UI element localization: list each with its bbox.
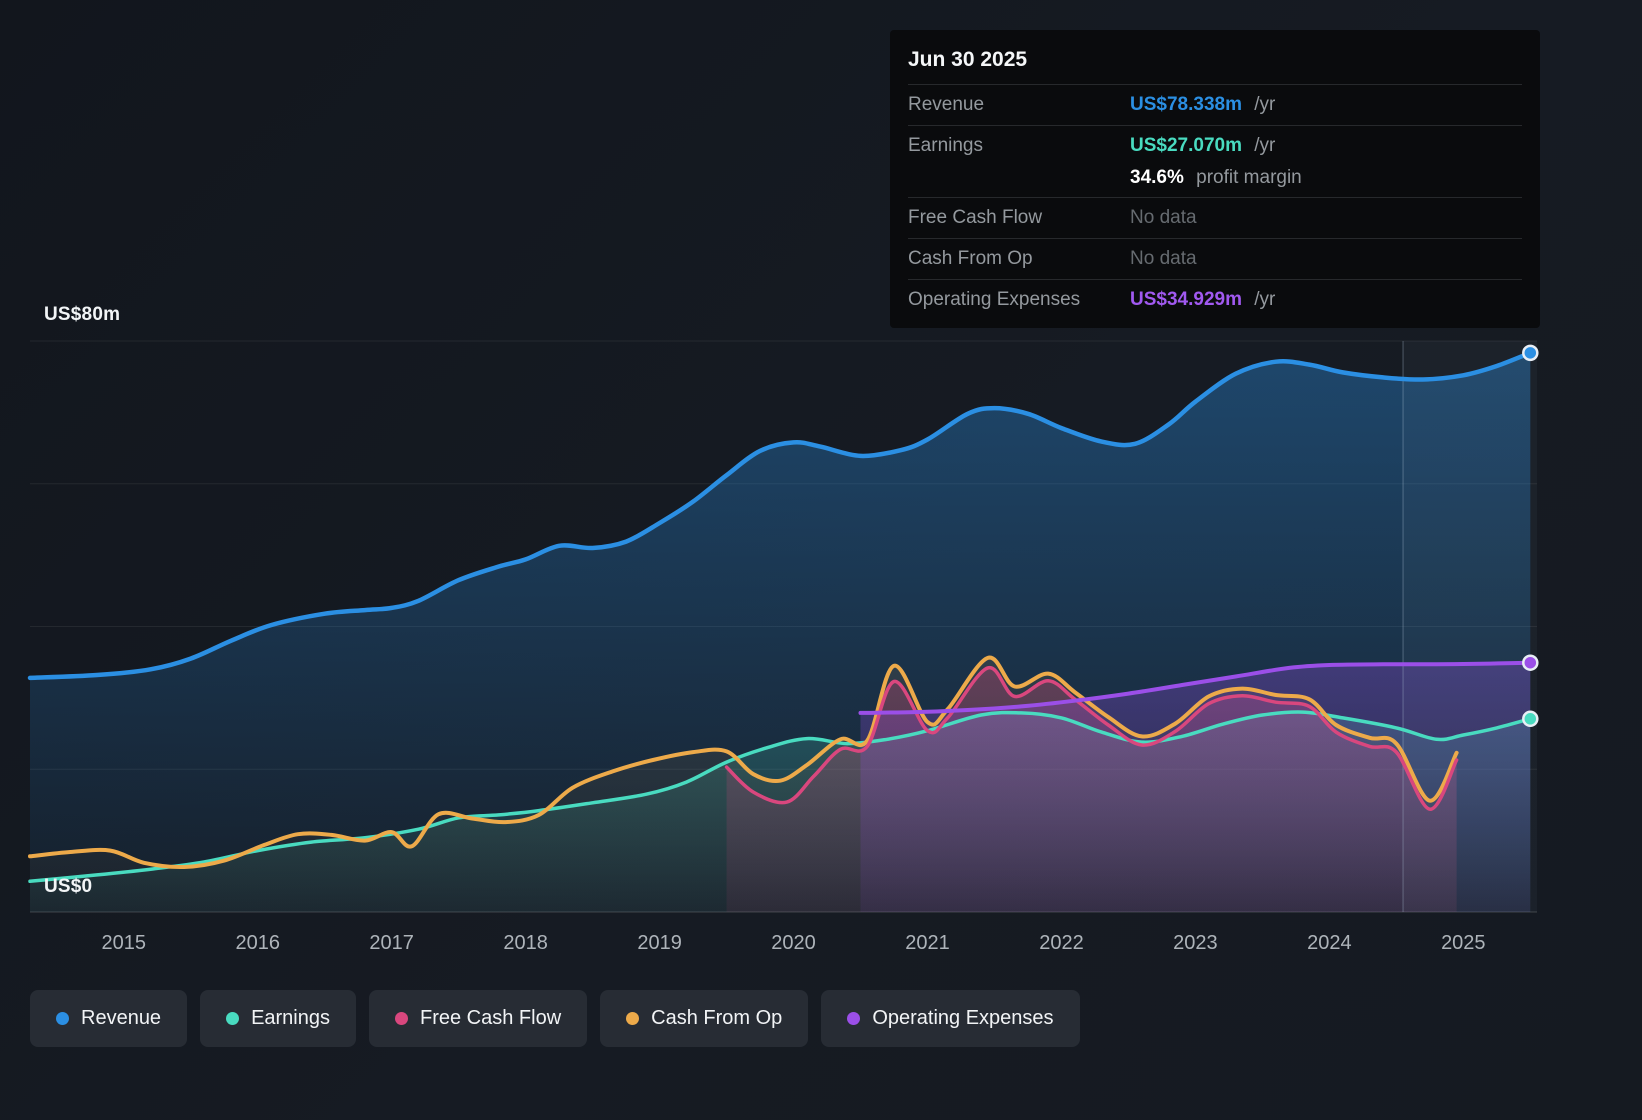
tooltip-row-cash-from-op: Cash From Op No data [908,238,1522,279]
legend-item-free-cash-flow[interactable]: Free Cash Flow [369,990,588,1047]
tooltip-row-profit-margin: 34.6% profit margin [908,166,1522,198]
legend-label: Earnings [251,1007,330,1029]
tooltip-row-value: No data [1130,207,1197,229]
tooltip-row-value: US$34.929m /yr [1130,288,1276,310]
tooltip-row-label: Revenue [908,94,985,115]
tooltip-row-revenue: Revenue US$78.338m /yr [908,84,1522,125]
cash-from-op-dot-icon [626,1012,640,1025]
chart-page: US$80m US$0 2015 2016 2017 2018 2019 2020 2021… [0,0,1642,1120]
x-axis: 2015 2016 2017 2018 2019 2020 2021 2022 2023 2024… [0,932,1642,962]
legend-item-earnings[interactable]: Earnings [200,990,356,1047]
x-axis-label: 2018 [503,932,548,954]
x-axis-label: 2019 [637,932,682,954]
y-axis-label-zero: US$0 [44,876,93,897]
tooltip-row-free-cash-flow: Free Cash Flow No data [908,197,1522,238]
revenue-dot-icon [56,1012,69,1025]
x-axis-label: 2020 [771,932,816,954]
tooltip-row-value: US$78.338m /yr [1130,94,1276,115]
earnings-dot-icon [226,1012,240,1025]
legend-item-cash-from-op[interactable]: Cash From Op [600,990,809,1047]
tooltip-row-label: Free Cash Flow [908,207,1043,229]
tooltip-date: Jun 30 2025 [908,48,1028,71]
tooltip-row-value: 34.6% profit margin [1130,166,1302,188]
free-cash-flow-dot-icon [395,1012,408,1025]
x-axis-label: 2023 [1173,932,1218,954]
tooltip-row-earnings: Earnings US$27.070m /yr [908,124,1522,166]
legend-label: Free Cash Flow [420,1007,562,1029]
x-axis-label: 2017 [369,932,414,954]
operating-expenses-dot-icon [847,1012,861,1025]
x-axis-label: 2025 [1441,932,1486,954]
x-axis-label: 2016 [235,932,280,954]
y-axis-label-max: US$80m [44,304,121,325]
chart-legend: Revenue Earnings Free Cash Flow Cash Fro… [30,990,1080,1047]
tooltip-row-value: No data [1130,248,1197,269]
legend-label: Revenue [81,1007,162,1029]
legend-item-operating-expenses[interactable]: Operating Expenses [821,990,1080,1047]
tooltip-panel: Jun 30 2025 Revenue US$78.338m /yr Earni… [890,30,1540,328]
legend-label: Operating Expenses [872,1007,1054,1029]
tooltip-row-value: US$27.070m /yr [1130,134,1276,156]
x-axis-label: 2021 [905,932,950,954]
legend-item-revenue[interactable]: Revenue [30,990,188,1047]
legend-label: Cash From Op [651,1007,783,1029]
tooltip-row-operating-expenses: Operating Expenses US$34.929m /yr [908,278,1522,320]
x-axis-label: 2022 [1039,932,1084,954]
tooltip-row-label: Operating Expenses [908,288,1081,310]
x-axis-label: 2024 [1307,932,1352,954]
tooltip-row-label: Earnings [908,134,983,156]
x-axis-label: 2015 [101,932,147,954]
tooltip-row-label: Cash From Op [908,248,1033,269]
